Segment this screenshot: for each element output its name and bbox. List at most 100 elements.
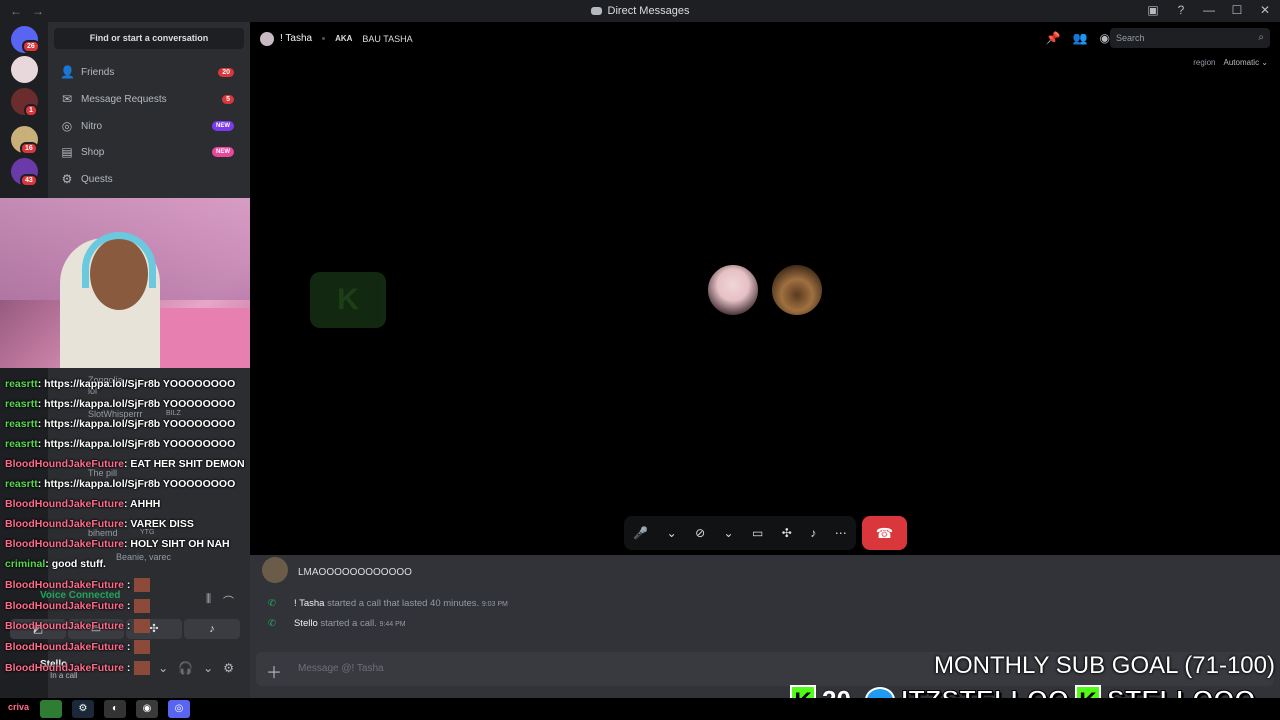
- quests-icon: ⚙: [61, 172, 73, 186]
- system-text: started a call that lasted 40 minutes.: [324, 598, 480, 609]
- pin-icon[interactable]: 📌: [1046, 31, 1061, 45]
- soundboard-icon[interactable]: ♪: [810, 526, 816, 540]
- friends-badge: 20: [218, 67, 234, 77]
- call-controls: 🎤 ⌄ ⊘ ⌄ ▭ ✣ ♪ ⋯: [624, 516, 856, 550]
- spreadsheet-app-icon[interactable]: [40, 700, 62, 718]
- chat-user: reasrtt: [5, 378, 38, 390]
- emote-icon: [134, 578, 151, 592]
- participant-avatar[interactable]: [706, 263, 760, 317]
- search-placeholder: Search: [1116, 33, 1145, 43]
- sidebar-item-message-requests[interactable]: ✉ Message Requests 5: [54, 87, 244, 111]
- call-system-message: ✆ ! Tasha started a call that lasted 40 m…: [268, 598, 508, 609]
- friends-icon: 👤: [60, 65, 75, 79]
- caller-name[interactable]: ! Tasha: [294, 598, 324, 609]
- plus-icon[interactable]: ＋: [266, 659, 282, 683]
- sub-goal-text: MONTHLY SUB GOAL (71-100): [934, 652, 1275, 679]
- chat-user: BloodHoundJakeFuture: [5, 661, 125, 674]
- screen-share-icon[interactable]: ▭: [752, 526, 763, 540]
- window-title: Direct Messages: [0, 5, 1280, 17]
- activities-icon[interactable]: ✣: [782, 526, 792, 540]
- sidebar-item-shop[interactable]: ▤ Shop NEW: [54, 140, 244, 164]
- chat-message: reasrtt: https://kappa.lol/SjFr8b YOOOOO…: [5, 418, 235, 430]
- maximize-button[interactable]: ☐: [1230, 3, 1244, 17]
- taskbar: criva ⚙ ◐ ◉ ◎: [0, 698, 1280, 720]
- sidebar-item-nitro[interactable]: ◎ Nitro NEW: [54, 114, 244, 138]
- more-icon[interactable]: ⋯: [835, 526, 847, 540]
- message-list: LMAOOOOOOOOOOOO ✆ ! Tasha started a call …: [250, 555, 1280, 650]
- microphone-icon[interactable]: 🎤: [633, 526, 648, 540]
- steam-icon[interactable]: ⚙: [72, 700, 94, 718]
- chat-message: BloodHoundJakeFuture: HOLY SIHT OH NAH: [5, 538, 230, 550]
- chevron-down-icon[interactable]: ⌄: [724, 526, 734, 540]
- chevron-down-icon[interactable]: ⌄: [667, 526, 677, 540]
- chat-user: BloodHoundJakeFuture: [5, 599, 125, 612]
- chat-text: :: [124, 578, 131, 591]
- webcam-overlay: [0, 198, 274, 368]
- alias-label: BAU TASHA: [362, 33, 413, 44]
- chat-message: reasrtt: https://kappa.lol/SjFr8b YOOOOO…: [5, 398, 235, 410]
- chat-message: reasrtt: https://kappa.lol/SjFr8b YOOOOO…: [5, 438, 235, 450]
- avatar[interactable]: [262, 557, 288, 583]
- server-badge: 43: [20, 174, 38, 187]
- camera-off-icon[interactable]: ⊘: [695, 526, 705, 540]
- emote-icon: [134, 619, 151, 633]
- new-tag: NEW: [212, 121, 234, 131]
- message-text: LMAOOOOOOOOOOOO: [298, 567, 412, 578]
- system-text: started a call.: [317, 618, 377, 629]
- server-badge: 16: [20, 142, 38, 155]
- forward-arrow-icon[interactable]: →: [32, 4, 44, 18]
- chat-text: :: [124, 599, 131, 612]
- discord-icon[interactable]: ◎: [168, 700, 190, 718]
- chat-user: reasrtt: [5, 438, 38, 450]
- dm-badge: 1: [24, 104, 38, 117]
- dm-recipient-name[interactable]: ! Tasha: [280, 33, 312, 44]
- avatar[interactable]: [260, 31, 274, 46]
- sidebar-item-label: Message Requests: [81, 93, 167, 105]
- profile-icon[interactable]: ◉: [1100, 31, 1110, 45]
- region-selector[interactable]: region Automatic ⌄: [1193, 58, 1268, 67]
- search-input[interactable]: Search ⌕: [1110, 28, 1270, 48]
- sidebar-item-label: Shop: [81, 146, 105, 158]
- chat-user: criminal: [5, 558, 46, 570]
- chat-message: BloodHoundJakeFuture :: [5, 640, 151, 654]
- chat-text: : AHHH: [124, 498, 161, 510]
- message-placeholder: Message @! Tasha: [298, 663, 384, 674]
- region-value: Automatic ⌄: [1223, 58, 1269, 67]
- minimize-button[interactable]: —: [1202, 3, 1216, 17]
- chat-message: criminal: good stuff.: [5, 558, 106, 570]
- chat-user: BloodHoundJakeFuture: [5, 640, 125, 653]
- chat-text: : https://kappa.lol/SjFr8b YOOOOOOOO: [37, 378, 236, 390]
- chat-user: BloodHoundJakeFuture: [5, 498, 125, 510]
- timestamp: 9:44 PM: [379, 621, 406, 628]
- taskbar-label: criva: [8, 702, 30, 712]
- kick-watermark-icon: K: [310, 272, 386, 328]
- participant-avatar[interactable]: [770, 263, 824, 317]
- chat-user: BloodHoundJakeFuture: [5, 518, 125, 530]
- chat-text: : https://kappa.lol/SjFr8b YOOOOOOOO: [37, 418, 236, 430]
- dm-header: ! Tasha AKA BAU TASHA 📌 👥 ◉ Search ⌕: [250, 22, 1280, 55]
- chat-message: BloodHoundJakeFuture :: [5, 661, 151, 675]
- emote-icon: [134, 640, 151, 654]
- chat-message: BloodHoundJakeFuture :: [5, 578, 151, 592]
- help-icon[interactable]: ?: [1174, 3, 1188, 17]
- chat-message: BloodHoundJakeFuture :: [5, 599, 151, 613]
- phone-icon: ✆: [268, 618, 276, 629]
- back-arrow-icon[interactable]: ←: [10, 4, 22, 18]
- sidebar-item-quests[interactable]: ⚙ Quests: [54, 167, 244, 191]
- find-conversation-button[interactable]: Find or start a conversation: [54, 28, 244, 49]
- chat-user: BloodHoundJakeFuture: [5, 578, 125, 591]
- sidebar-item-friends[interactable]: 👤 Friends 20: [54, 60, 244, 84]
- chat-text: :: [124, 619, 131, 632]
- separator-dot: [322, 37, 326, 40]
- emote-icon: [134, 661, 151, 675]
- close-button[interactable]: ✕: [1258, 3, 1272, 17]
- app-icon[interactable]: ◐: [104, 700, 126, 718]
- inbox-icon[interactable]: ▣: [1146, 3, 1160, 17]
- dm-avatar[interactable]: [11, 56, 38, 83]
- chat-message: BloodHoundJakeFuture: VAREK DISS: [5, 518, 194, 530]
- add-friends-icon[interactable]: 👥: [1073, 31, 1088, 45]
- caller-name[interactable]: Stello: [294, 618, 318, 629]
- end-call-button[interactable]: ☎: [862, 516, 907, 550]
- chrome-icon[interactable]: ◉: [136, 700, 158, 718]
- shop-icon: ▤: [61, 145, 73, 159]
